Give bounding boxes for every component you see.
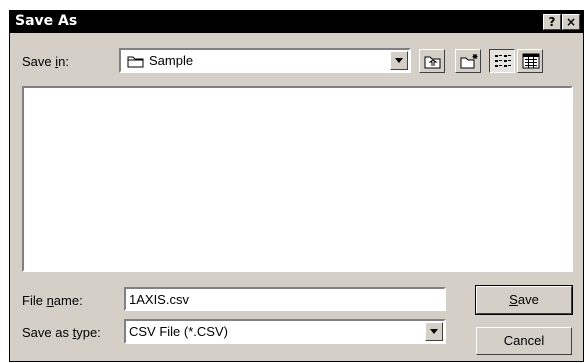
save-as-type-combo[interactable]: CSV File (*.CSV) — [124, 319, 446, 344]
folder-icon — [127, 56, 144, 68]
chevron-down-icon — [395, 58, 403, 63]
save-in-value: Sample — [149, 53, 194, 68]
save-as-dialog: Save As ? × Save in: Sample File name: 1… — [9, 10, 584, 362]
title-bar[interactable]: Save As ? × — [10, 11, 583, 33]
file-name-label: File name: — [22, 293, 83, 308]
window-title: Save As — [15, 13, 78, 29]
list-view-icon — [495, 55, 511, 67]
save-in-combo[interactable]: Sample — [119, 48, 411, 73]
chevron-down-icon — [430, 329, 438, 334]
create-new-folder-button[interactable] — [455, 49, 481, 73]
up-one-level-button[interactable] — [419, 49, 445, 73]
details-view-icon — [522, 53, 540, 69]
save-in-dropdown-arrow[interactable] — [390, 51, 408, 70]
cancel-button[interactable]: Cancel — [476, 327, 572, 355]
save-as-type-label: Save as type: — [22, 325, 101, 340]
save-as-type-value: CSV File (*.CSV) — [129, 324, 228, 339]
details-view-button[interactable] — [517, 49, 543, 73]
create-new-folder-icon — [460, 54, 478, 69]
close-button[interactable]: × — [562, 14, 580, 30]
help-button[interactable]: ? — [543, 14, 561, 30]
list-view-button[interactable] — [489, 49, 515, 73]
save-as-type-dropdown-arrow[interactable] — [425, 322, 443, 341]
save-in-label: Save in: — [22, 54, 69, 69]
file-name-input[interactable]: 1AXIS.csv — [124, 287, 446, 311]
save-button[interactable]: Save — [475, 285, 573, 315]
up-one-level-icon — [424, 56, 441, 69]
file-name-value: 1AXIS.csv — [129, 292, 189, 307]
file-list-pane[interactable] — [22, 86, 573, 272]
